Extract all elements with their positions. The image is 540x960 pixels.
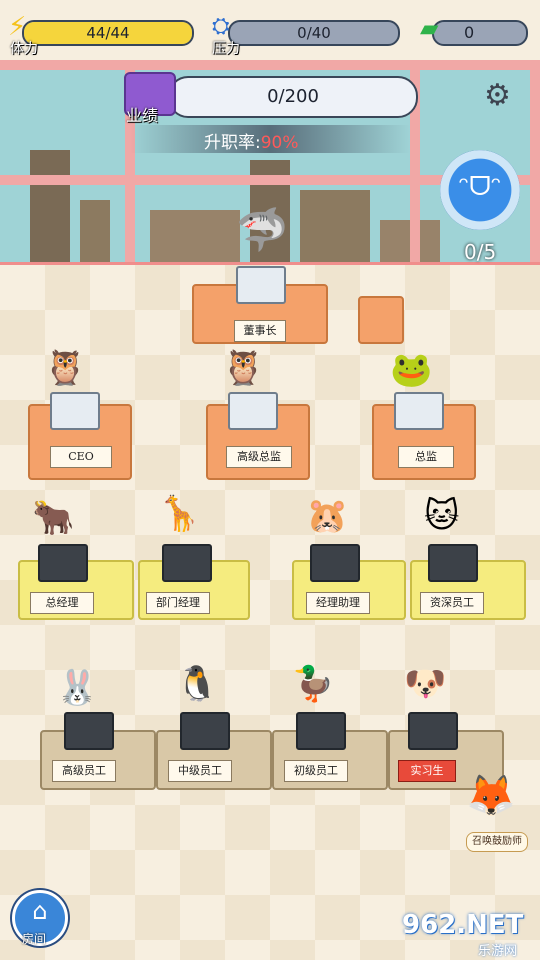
giraffe-dept-manager[interactable]: 🦒 xyxy=(158,494,200,534)
laughing-face-icon: ᵔᗜᵔ xyxy=(458,172,502,202)
frog-director[interactable]: 🐸 xyxy=(390,350,432,390)
dept-manager-desk[interactable]: 部门经理 xyxy=(138,544,250,620)
promotion-rate-value: 90% xyxy=(260,133,299,153)
cheerleader-label[interactable]: 召唤鼓励师 xyxy=(466,832,528,852)
senior-staff-desk[interactable]: 资深员工 xyxy=(410,544,526,620)
stamina-bar: 44/44 xyxy=(22,20,194,46)
cat-senior-staff[interactable]: 🐱 xyxy=(424,496,459,536)
mid-staff-desk[interactable]: 中级员工 xyxy=(156,712,272,790)
cash-icon: ▰ xyxy=(420,14,439,42)
owl-senior-director[interactable]: 🦉 xyxy=(222,348,264,388)
promotion-rate: 升职率:90% xyxy=(204,128,299,153)
chairman-desk[interactable]: 董事长 xyxy=(192,266,328,344)
asst-manager-desk[interactable]: 经理助理 xyxy=(292,544,406,620)
cheerleader-fox-icon: 🦊 xyxy=(466,773,516,819)
pressure-value: 0/40 xyxy=(297,24,331,42)
pressure-gauge-icon: ⛭ xyxy=(212,14,230,39)
general-manager-desk[interactable]: 总经理 xyxy=(18,544,134,620)
high-staff-desk[interactable]: 高级员工 xyxy=(40,712,156,790)
stamina-label: 体力 xyxy=(10,41,38,57)
desk-plate-chairman: 董事长 xyxy=(234,320,286,342)
director-desk[interactable]: 总监 xyxy=(372,392,476,480)
summon-count: 0/5 xyxy=(464,240,497,264)
room-label: 房间 xyxy=(22,932,47,946)
desk-plate-ceo: CEO xyxy=(50,446,112,468)
summon-button[interactable]: ᵔᗜᵔ xyxy=(440,150,520,230)
senior-director-desk[interactable]: 高级总监 xyxy=(206,392,310,480)
desk-plate-general-manager: 总经理 xyxy=(30,592,94,614)
desk-plate-junior-staff: 初级员工 xyxy=(284,760,348,782)
duck-junior-staff[interactable]: 🦆 xyxy=(292,664,334,704)
rabbit-high-staff[interactable]: 🐰 xyxy=(56,668,98,708)
dog-intern[interactable]: 🐶 xyxy=(404,664,446,704)
desk-plate-mid-staff: 中级员工 xyxy=(168,760,232,782)
house-icon: ⌂ xyxy=(32,897,48,925)
junior-staff-desk[interactable]: 初级员工 xyxy=(272,712,388,790)
desk-plate-asst-manager: 经理助理 xyxy=(306,592,370,614)
shark-chairman[interactable]: 🦈 xyxy=(236,205,288,255)
desk-plate-high-staff: 高级员工 xyxy=(52,760,116,782)
performance-value: 0/200 xyxy=(267,86,319,107)
watermark-subtext: 乐游网 xyxy=(478,944,518,959)
desk-plate-senior-director: 高级总监 xyxy=(226,446,292,468)
penguin-mid-staff[interactable]: 🐧 xyxy=(176,664,218,704)
performance-label: 业绩 xyxy=(126,106,159,125)
ceo-desk[interactable]: CEO xyxy=(28,392,132,480)
watermark-logo: 962.NET xyxy=(402,910,524,940)
desk-plate-senior-staff: 资深员工 xyxy=(420,592,484,614)
pressure-label: 压力 xyxy=(212,41,240,57)
hamster-asst-manager[interactable]: 🐹 xyxy=(306,496,348,536)
desk-plate-dept-manager: 部门经理 xyxy=(146,592,210,614)
pressure-bar: 0/40 xyxy=(228,20,400,46)
stamina-value: 44/44 xyxy=(86,24,130,42)
performance-bar: 0/200 xyxy=(168,76,418,118)
owl-ceo[interactable]: 🦉 xyxy=(44,348,86,388)
desk-plate-director: 总监 xyxy=(398,446,454,468)
gear-icon[interactable]: ⚙ xyxy=(484,78,511,113)
bull-general-manager[interactable]: 🐂 xyxy=(32,498,74,538)
desk-plate-intern: 实习生 xyxy=(398,760,456,782)
money-bar: 0 xyxy=(432,20,528,46)
promotion-rate-label: 升职率: xyxy=(204,133,261,153)
money-value: 0 xyxy=(464,23,475,42)
